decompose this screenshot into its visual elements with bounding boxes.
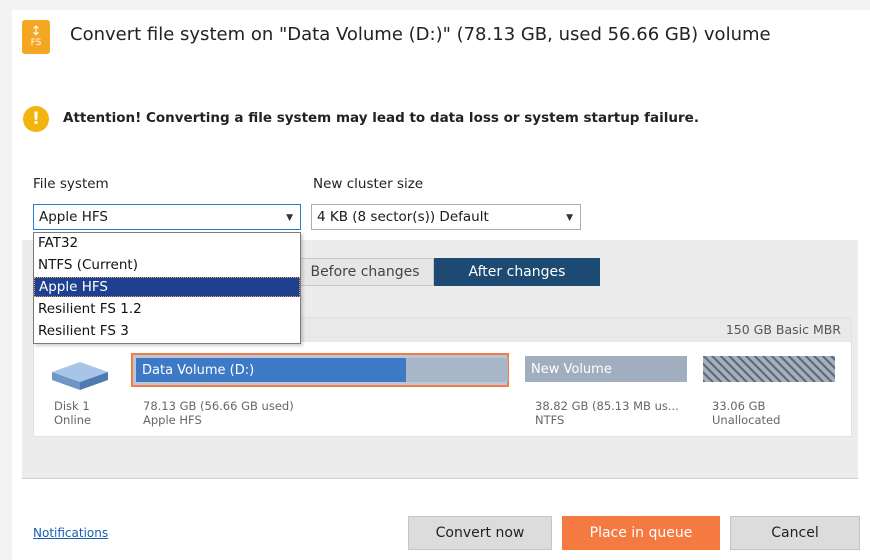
volume-fs: NTFS	[535, 413, 565, 427]
volume-fs: Apple HFS	[143, 413, 202, 427]
file-system-value: Apple HFS	[39, 209, 108, 225]
chevron-down-icon: ▼	[566, 213, 573, 223]
option-ntfs[interactable]: NTFS (Current)	[34, 255, 300, 275]
place-in-queue-button[interactable]: Place in queue	[562, 516, 720, 550]
file-system-dropdown-list: FAT32 NTFS (Current) Apple HFS Resilient…	[33, 232, 301, 344]
tab-before-changes[interactable]: Before changes	[296, 258, 434, 286]
volume-data-d[interactable]: Data Volume (D:)	[131, 353, 509, 387]
option-resilient-fs-1-2[interactable]: Resilient FS 1.2	[34, 299, 300, 319]
file-system-select[interactable]: Apple HFS ▼	[33, 204, 301, 230]
file-system-icon: ↕ FS	[22, 20, 50, 54]
warning-text: Attention! Converting a file system may …	[63, 110, 699, 126]
dialog-title: Convert file system on "Data Volume (D:)…	[70, 24, 771, 45]
cluster-size-value: 4 KB (8 sector(s)) Default	[317, 209, 489, 225]
file-system-label: File system	[33, 176, 109, 192]
cluster-size-label: New cluster size	[313, 176, 424, 192]
volume-new[interactable]: New Volume	[525, 356, 687, 382]
volume-size: 78.13 GB (56.66 GB used)	[143, 399, 294, 413]
volume-used-bar: Data Volume (D:)	[136, 358, 406, 382]
volume-size: 38.82 GB (85.13 MB us...	[535, 399, 679, 413]
warning-icon: !	[23, 106, 49, 132]
unallocated-space[interactable]	[703, 356, 835, 382]
volume-free-bar	[406, 358, 508, 382]
option-resilient-fs-3[interactable]: Resilient FS 3	[34, 321, 300, 341]
cluster-size-select[interactable]: 4 KB (8 sector(s)) Default ▼	[311, 204, 581, 230]
volume-size: 33.06 GB	[712, 399, 766, 413]
volume-fs: Unallocated	[712, 413, 781, 427]
hard-disk-icon	[52, 362, 108, 390]
notifications-link[interactable]: Notifications	[33, 526, 108, 540]
chevron-down-icon: ▼	[286, 213, 293, 223]
disk-header-text: 150 GB Basic MBR	[725, 322, 841, 337]
option-fat32[interactable]: FAT32	[34, 233, 300, 253]
convert-now-button[interactable]: Convert now	[408, 516, 552, 550]
tab-after-changes[interactable]: After changes	[434, 258, 600, 286]
disk-name: Disk 1	[54, 399, 90, 413]
option-apple-hfs[interactable]: Apple HFS	[34, 277, 300, 297]
cancel-button[interactable]: Cancel	[730, 516, 860, 550]
disk-status: Online	[54, 413, 92, 427]
